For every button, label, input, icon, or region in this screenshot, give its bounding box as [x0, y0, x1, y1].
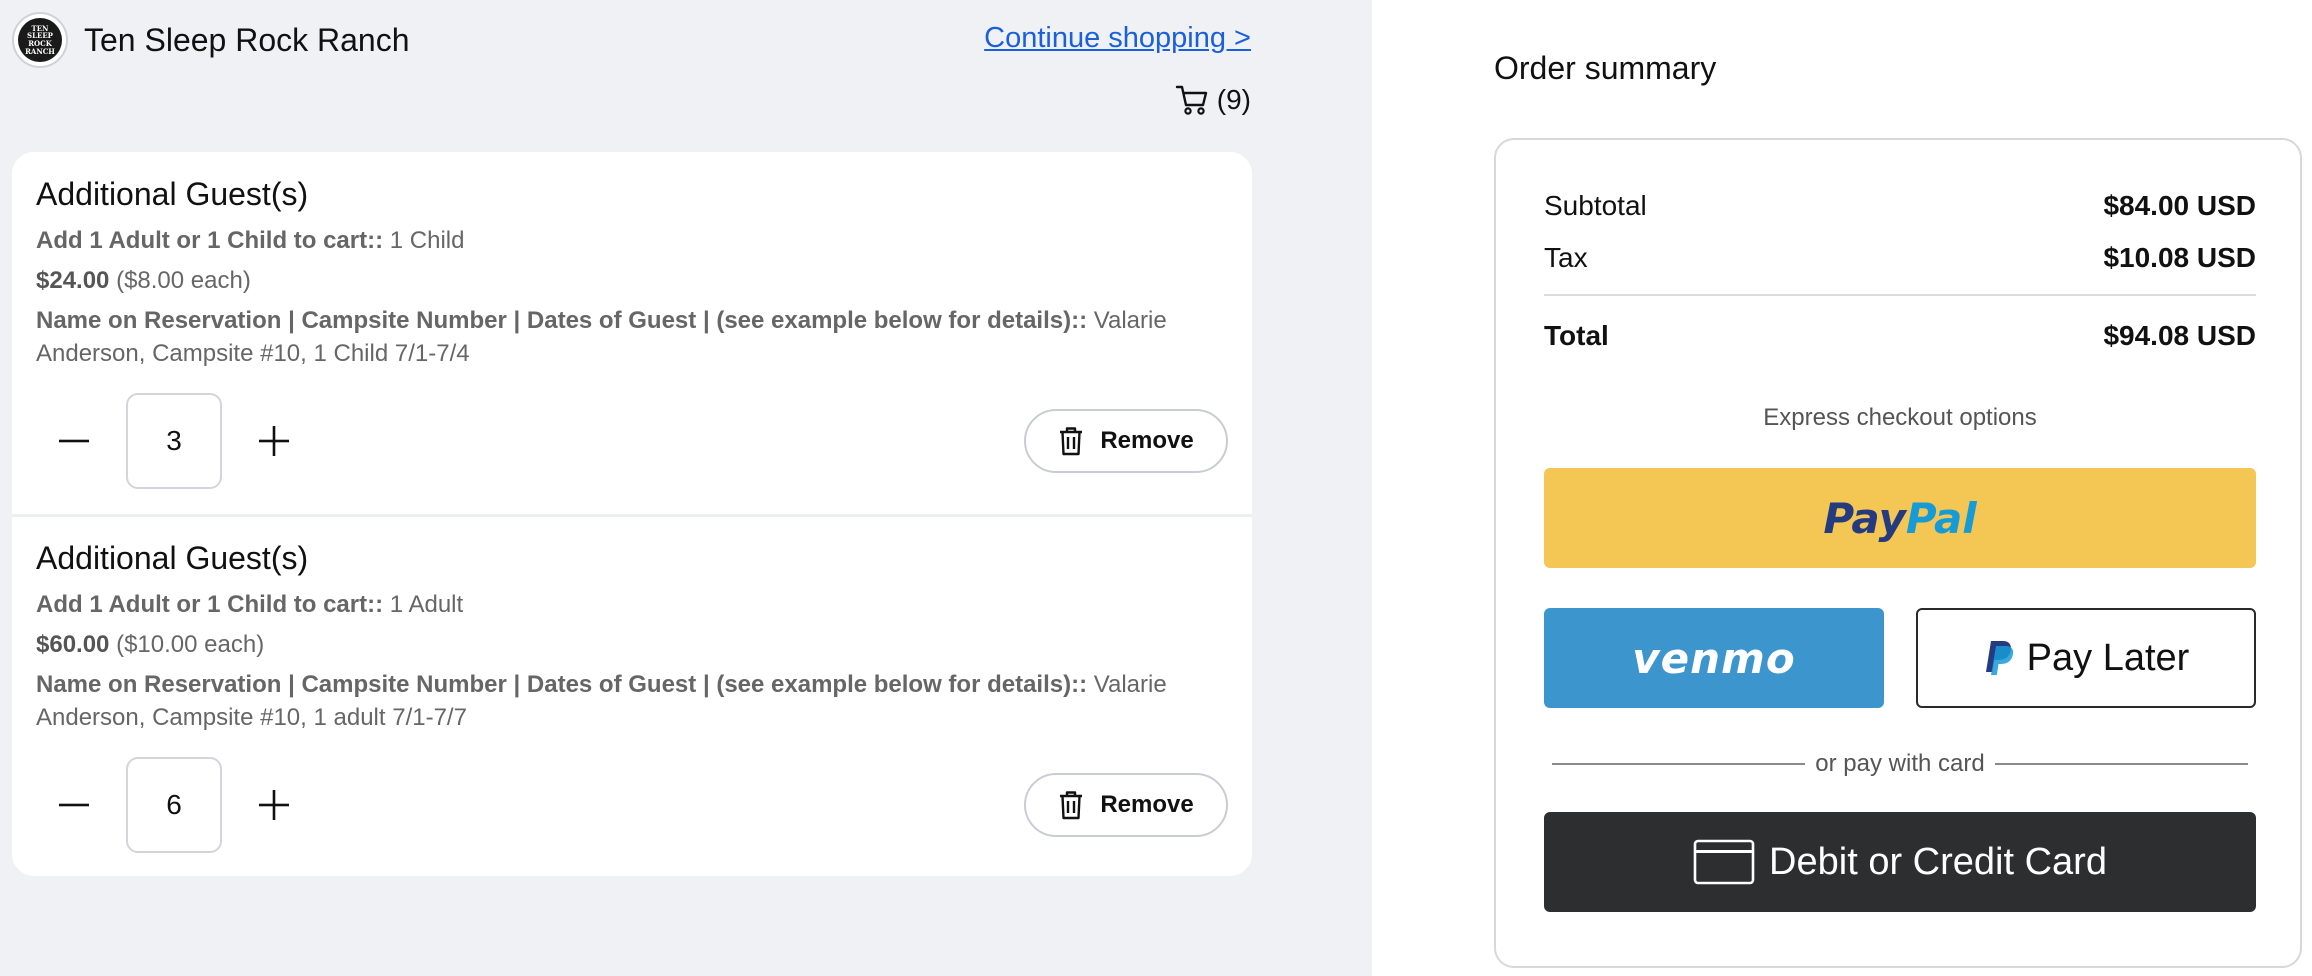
total-row: Total $94.08 USD — [1544, 320, 2256, 352]
debit-credit-card-button[interactable]: Debit or Credit Card — [1544, 812, 2256, 912]
credit-card-icon — [1693, 839, 1755, 885]
cart-icon — [1175, 85, 1207, 115]
express-checkout-label: Express checkout options — [1763, 404, 2037, 431]
order-summary-box: Subtotal $84.00 USD Tax $10.08 USD Total… — [1494, 138, 2302, 968]
continue-shopping-link[interactable]: Continue shopping > — [984, 22, 1251, 55]
subtotal-row: Subtotal $84.00 USD — [1544, 190, 2256, 222]
remove-label: Remove — [1100, 791, 1194, 818]
item-option: Add 1 Adult or 1 Child to cart:: 1 Adult — [36, 588, 1236, 621]
or-pay-with-card-divider: or pay with card — [1552, 750, 2248, 778]
logo-text: TEN SLEEP ROCK RANCH — [18, 18, 62, 62]
store-name: Ten Sleep Rock Ranch — [84, 21, 410, 58]
divider-line — [1552, 763, 1806, 765]
order-summary-title: Order summary — [1494, 50, 1717, 86]
cart-item: Additional Guest(s) Add 1 Adult or 1 Chi… — [12, 516, 1252, 876]
card-label: Debit or Credit Card — [1769, 840, 2107, 883]
cart-count: (9) — [1216, 84, 1251, 115]
option-label: Add 1 Adult or 1 Child to cart:: — [36, 227, 384, 254]
plus-icon — [259, 790, 289, 820]
quantity-field[interactable]: 3 — [126, 393, 222, 489]
tax-row: Tax $10.08 USD — [1544, 242, 2256, 274]
remove-button[interactable]: Remove — [1024, 773, 1228, 837]
plus-icon — [259, 426, 289, 456]
item-unit-price: ($10.00 each) — [116, 631, 265, 658]
venmo-logo: venmo — [1632, 633, 1796, 683]
option-label: Add 1 Adult or 1 Child to cart:: — [36, 591, 384, 618]
venmo-button[interactable]: venmo — [1544, 608, 1884, 708]
minus-icon — [59, 803, 89, 807]
paypal-logo: PayPal — [1823, 494, 1976, 543]
pay-later-label: Pay Later — [2026, 636, 2190, 679]
item-note: Name on Reservation | Campsite Number | … — [36, 668, 1236, 734]
item-price-line: $60.00 ($10.00 each) — [36, 628, 1236, 661]
tax-value: $10.08 USD — [2103, 242, 2256, 273]
item-price: $24.00 — [36, 267, 110, 294]
subtotal-label: Subtotal — [1544, 190, 1647, 221]
option-value: 1 Adult — [389, 591, 464, 618]
decrease-quantity-button[interactable] — [52, 419, 96, 463]
quantity-field[interactable]: 6 — [126, 757, 222, 853]
tax-label: Tax — [1544, 242, 1588, 273]
total-value: $94.08 USD — [2103, 320, 2256, 351]
note-label: Name on Reservation | Campsite Number | … — [36, 671, 1088, 698]
item-title: Additional Guest(s) — [36, 176, 309, 212]
trash-icon — [1060, 427, 1083, 456]
item-note: Name on Reservation | Campsite Number | … — [36, 304, 1236, 370]
remove-label: Remove — [1100, 427, 1194, 454]
cart-items-list: Additional Guest(s) Add 1 Adult or 1 Chi… — [12, 152, 1252, 876]
trash-icon — [1060, 791, 1083, 820]
quantity-stepper: 6 — [52, 757, 296, 853]
pay-later-button[interactable]: Pay Later — [1916, 608, 2256, 708]
item-price-line: $24.00 ($8.00 each) — [36, 264, 1236, 297]
remove-button[interactable]: Remove — [1024, 409, 1228, 473]
item-option: Add 1 Adult or 1 Child to cart:: 1 Child — [36, 224, 1236, 257]
item-price: $60.00 — [36, 631, 110, 658]
item-title: Additional Guest(s) — [36, 540, 309, 576]
note-label: Name on Reservation | Campsite Number | … — [36, 307, 1088, 334]
divider-line — [1994, 763, 2248, 765]
option-value: 1 Child — [389, 227, 465, 254]
or-label: or pay with card — [1815, 750, 1985, 777]
increase-quantity-button[interactable] — [252, 419, 296, 463]
subtotal-value: $84.00 USD — [2103, 190, 2256, 221]
quantity-stepper: 3 — [52, 393, 296, 489]
cart-panel: TEN SLEEP ROCK RANCH Ten Sleep Rock Ranc… — [0, 0, 1372, 976]
increase-quantity-button[interactable] — [252, 783, 296, 827]
total-label: Total — [1544, 320, 1609, 351]
paypal-button[interactable]: PayPal — [1544, 468, 2256, 568]
divider — [1544, 294, 2256, 296]
minus-icon — [59, 439, 89, 443]
brand: TEN SLEEP ROCK RANCH Ten Sleep Rock Ranc… — [12, 12, 410, 68]
paypal-logo-part1: Pay — [1823, 493, 1906, 543]
paypal-logo-part2: Pal — [1905, 493, 1977, 543]
store-logo[interactable]: TEN SLEEP ROCK RANCH — [12, 12, 68, 68]
cart-indicator[interactable]: (9) — [1175, 84, 1251, 116]
item-unit-price: ($8.00 each) — [116, 267, 251, 294]
cart-item: Additional Guest(s) Add 1 Adult or 1 Chi… — [12, 152, 1252, 517]
decrease-quantity-button[interactable] — [52, 783, 96, 827]
paypal-p-icon — [1985, 641, 2013, 675]
